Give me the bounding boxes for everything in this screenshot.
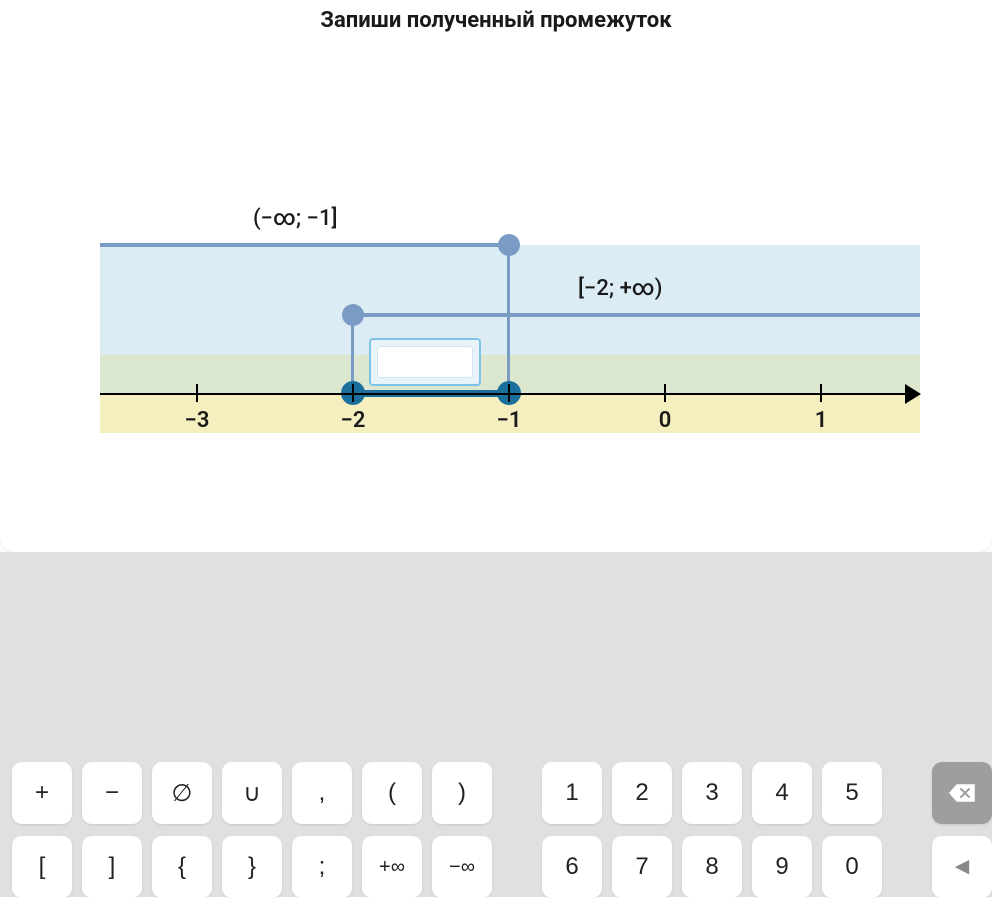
key-rbrace[interactable]: }: [222, 836, 282, 898]
content-card: Запиши полученный промежуток (−∞; −1] [−…: [0, 0, 992, 552]
key-row-2: [ ] { } ; +∞ −∞ 6 7 8 9 0 ◄ ►: [12, 836, 980, 898]
interval1-end-dot: [498, 234, 520, 256]
tick-label-n3: −3: [185, 408, 210, 433]
key-5[interactable]: 5: [822, 762, 882, 824]
key-6[interactable]: 6: [542, 836, 602, 898]
shade-interval2: [100, 317, 920, 355]
interval1-label: (−∞; −1]: [253, 206, 337, 231]
interval2-label: [−2; +∞): [578, 276, 662, 301]
axis-arrow-icon: [905, 384, 921, 404]
key-semicolon[interactable]: ;: [292, 836, 352, 898]
page-title: Запиши полученный промежуток: [0, 8, 992, 33]
key-backspace[interactable]: [932, 762, 992, 824]
key-empty-set[interactable]: ∅: [152, 762, 212, 824]
key-minus-infinity[interactable]: −∞: [432, 836, 492, 898]
key-union[interactable]: ∪: [222, 762, 282, 824]
key-plus[interactable]: +: [12, 762, 72, 824]
interval2-start-dot: [342, 304, 364, 326]
key-nav-left[interactable]: ◄: [932, 836, 992, 898]
key-7[interactable]: 7: [612, 836, 672, 898]
math-keypad: + − ∅ ∪ , ( ) 1 2 3 4 5 OK: [0, 762, 992, 898]
tick-label-n2: −2: [341, 408, 366, 433]
key-rbracket[interactable]: ]: [82, 836, 142, 898]
tick-label-1: 1: [815, 408, 828, 433]
answer-box-container: [369, 338, 481, 386]
tick-label-0: 0: [659, 408, 672, 433]
tick-1: [820, 384, 822, 402]
key-2[interactable]: 2: [612, 762, 672, 824]
key-rparen[interactable]: ): [432, 762, 492, 824]
interval1-line: [100, 243, 509, 247]
key-8[interactable]: 8: [682, 836, 742, 898]
key-lbrace[interactable]: {: [152, 836, 212, 898]
key-lbracket[interactable]: [: [12, 836, 72, 898]
key-lparen[interactable]: (: [362, 762, 422, 824]
number-line-diagram: (−∞; −1] [−2; +∞) −3 −2 −1 0 1: [100, 180, 920, 434]
key-minus[interactable]: −: [82, 762, 142, 824]
tick-0: [664, 384, 666, 402]
key-plus-infinity[interactable]: +∞: [362, 836, 422, 898]
key-9[interactable]: 9: [752, 836, 812, 898]
backspace-icon: [949, 784, 975, 802]
tick-n2: [352, 384, 354, 402]
key-row-1: + − ∅ ∪ , ( ) 1 2 3 4 5 OK: [12, 762, 980, 824]
interval2-line: [353, 313, 920, 317]
key-0[interactable]: 0: [822, 836, 882, 898]
key-4[interactable]: 4: [752, 762, 812, 824]
key-comma[interactable]: ,: [292, 762, 352, 824]
key-3[interactable]: 3: [682, 762, 742, 824]
answer-input[interactable]: [377, 346, 473, 378]
tick-n1: [508, 384, 510, 402]
interval1-endline: [507, 243, 510, 395]
key-1[interactable]: 1: [542, 762, 602, 824]
tick-n3: [196, 384, 198, 402]
tick-label-n1: −1: [497, 408, 522, 433]
